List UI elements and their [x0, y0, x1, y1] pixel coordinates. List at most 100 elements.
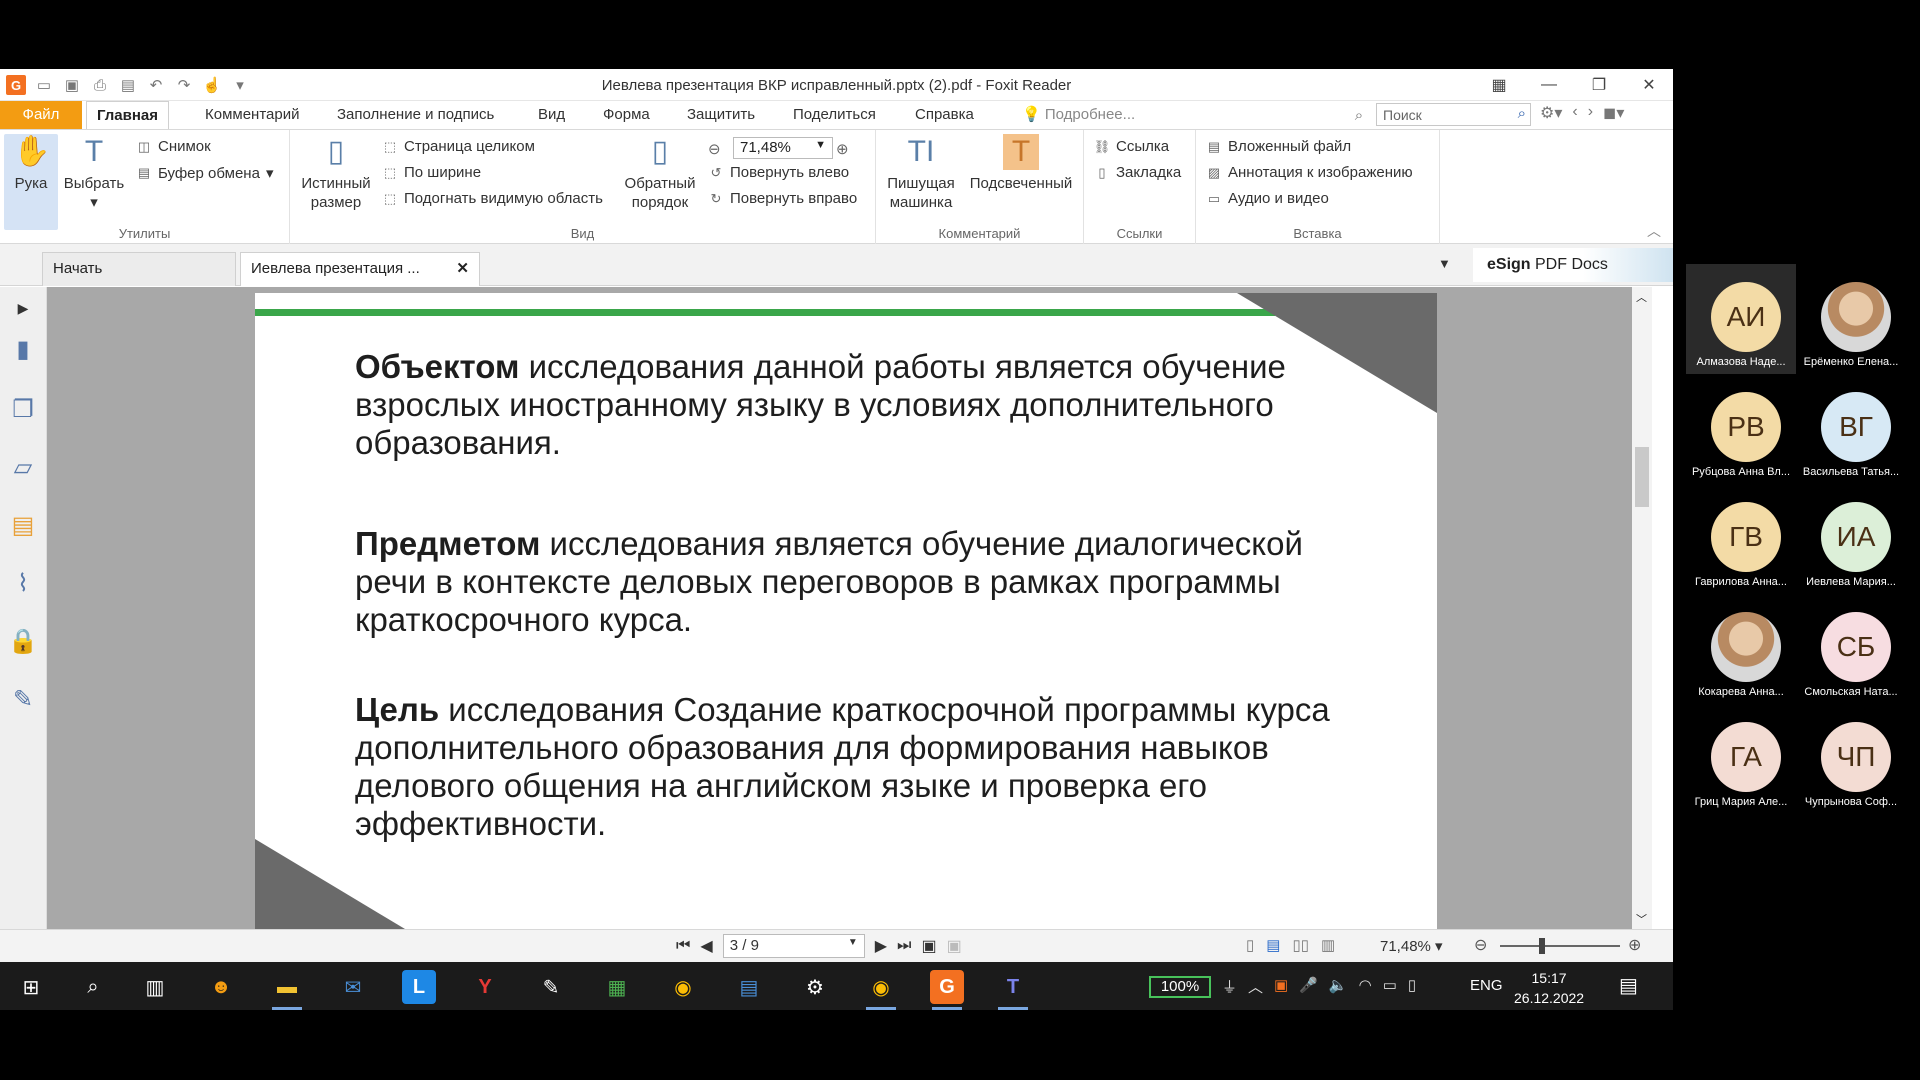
wifi-icon[interactable]: ◠ — [1359, 976, 1372, 997]
document-viewport[interactable]: Объектом исследования данной работы явля… — [47, 287, 1652, 929]
yandex-browser-icon[interactable]: Y — [468, 970, 502, 1004]
document-app-icon[interactable]: ▤ — [732, 970, 766, 1004]
highlight-button[interactable]: T Подсвеченный — [966, 134, 1076, 193]
restore-icon[interactable]: ❐ — [1587, 73, 1611, 97]
scrollbar-thumb[interactable] — [1635, 447, 1649, 507]
zoom-out-icon[interactable]: ⊖ — [1474, 935, 1487, 955]
continuous-facing-icon[interactable]: ▥ — [1321, 936, 1335, 954]
chrome-icon[interactable]: ◉ — [666, 970, 700, 1004]
teams-icon[interactable]: T — [996, 970, 1030, 1010]
security-panel-icon[interactable]: 🔒 — [8, 627, 38, 657]
participant-tile[interactable]: СБ Смольская Ната... — [1796, 594, 1906, 704]
expand-panel-icon[interactable]: ▶ — [8, 293, 38, 323]
chrome-running-icon[interactable]: ◉ — [864, 970, 898, 1010]
task-view-icon[interactable]: ▥ — [138, 970, 172, 1004]
continuous-page-icon[interactable]: ▤ — [1266, 936, 1280, 954]
collapse-ribbon-icon[interactable]: ︿ — [1647, 221, 1661, 241]
back-icon[interactable]: ‹ — [1572, 103, 1577, 123]
participant-tile[interactable]: ГА Гриц Мария Але... — [1686, 704, 1796, 814]
audio-video-button[interactable]: ▭ Аудио и видео — [1206, 190, 1329, 207]
participant-tile[interactable]: ГВ Гаврилова Анна... — [1686, 484, 1796, 594]
single-page-icon[interactable]: ▯ — [1246, 936, 1254, 954]
notifications-icon[interactable]: ▤ — [1619, 973, 1645, 999]
microphone-icon[interactable]: 🎤 — [1299, 976, 1318, 997]
zoom-combo[interactable]: 71,48% ▼ — [733, 137, 833, 159]
pages-panel-icon[interactable]: ❐ — [8, 395, 38, 425]
file-explorer-icon[interactable]: ▬ — [270, 970, 304, 1010]
image-annotation-button[interactable]: ▨ Аннотация к изображению — [1206, 164, 1413, 181]
participant-tile[interactable]: АИ Алмазова Наде... — [1686, 264, 1796, 374]
zoom-in-icon[interactable]: ⊕ — [1628, 935, 1641, 955]
fit-visible-button[interactable]: ⬚ Подогнать видимую область — [382, 190, 603, 207]
typewriter-button[interactable]: TI Пишущая машинка — [884, 134, 958, 212]
minimize-icon[interactable]: — — [1537, 73, 1561, 97]
scroll-up-icon[interactable]: ︿ — [1636, 289, 1647, 305]
foxit-reader-taskbar-icon[interactable]: G — [930, 970, 964, 1010]
search-input[interactable]: Поиск ⌕ — [1376, 103, 1531, 126]
grid-view-icon[interactable]: ▦ — [1487, 73, 1511, 97]
volume-icon[interactable]: 🔈 — [1329, 976, 1348, 997]
participant-tile[interactable]: Кокарева Анна... — [1686, 594, 1796, 704]
page-layout-icon[interactable]: ▣ — [921, 936, 936, 956]
zoom-in-icon[interactable]: ⊕ — [836, 140, 849, 158]
app-l-icon[interactable]: L — [402, 970, 436, 1004]
keyboard-icon[interactable]: ▯ — [1408, 976, 1416, 997]
zoom-slider-thumb[interactable] — [1539, 938, 1545, 954]
app-pen-icon[interactable]: ✎ — [534, 970, 568, 1004]
comments-panel-icon[interactable]: ▤ — [8, 511, 38, 541]
search-icon[interactable]: ⌕ — [76, 970, 110, 1004]
reverse-order-button[interactable]: ▯ Обратный порядок — [620, 134, 700, 212]
bookmarks-panel-icon[interactable]: ▮ — [8, 335, 38, 365]
fit-width-button[interactable]: ⬚ По ширине — [382, 164, 481, 181]
tab-form[interactable]: Форма — [593, 101, 660, 129]
settings-icon[interactable]: ⚙▾ — [1540, 103, 1562, 123]
search-icon[interactable]: ⌕ — [1518, 105, 1526, 122]
tab-file[interactable]: Файл — [0, 101, 82, 129]
participant-tile[interactable]: РВ Рубцова Анна Вл... — [1686, 374, 1796, 484]
snapshot-button[interactable]: ◫ Снимок — [136, 138, 211, 155]
zoom-out-icon[interactable]: ⊖ — [708, 140, 721, 158]
plug-icon[interactable]: ⏚ — [1222, 976, 1237, 997]
foxit-tray-icon[interactable]: ▣ — [1274, 976, 1288, 997]
participant-tile[interactable]: ЧП Чупрынова Соф... — [1796, 704, 1906, 814]
tab-document[interactable]: Иевлева презентация ... ✕ — [240, 252, 480, 286]
close-icon[interactable]: ✕ — [1637, 73, 1661, 97]
zoom-slider[interactable] — [1500, 945, 1620, 947]
battery-indicator[interactable]: 100% — [1149, 976, 1211, 998]
settings-icon[interactable]: ⚙ — [798, 970, 832, 1004]
language-indicator[interactable]: ENG — [1470, 977, 1503, 994]
attachment-button[interactable]: ▤ Вложенный файл — [1206, 138, 1351, 155]
layers-panel-icon[interactable]: ▱ — [8, 453, 38, 483]
tell-me-more[interactable]: 💡 Подробнее... — [1012, 101, 1145, 129]
hand-button[interactable]: ✋ Рука — [4, 134, 58, 230]
tab-fill-sign[interactable]: Заполнение и подпись — [327, 101, 504, 129]
attachments-panel-icon[interactable]: ⌇ — [8, 569, 38, 599]
clipboard-button[interactable]: ▤ Буфер обмена ▾ — [136, 164, 274, 183]
participant-tile[interactable]: ИА Иевлева Мария... — [1796, 484, 1906, 594]
rotate-left-button[interactable]: ↺ Повернуть влево — [708, 164, 850, 181]
tabs-dropdown-icon[interactable]: ▼ — [1438, 256, 1451, 271]
microsoft-store-icon[interactable]: ▦ — [600, 970, 634, 1004]
forward-icon[interactable]: › — [1588, 103, 1593, 123]
first-page-icon[interactable]: ⏮ — [676, 937, 690, 955]
link-button[interactable]: ⛓ Ссылка — [1094, 138, 1169, 155]
app-emoji-icon[interactable]: ☻ — [204, 970, 238, 1004]
scroll-down-icon[interactable]: ﹀ — [1636, 911, 1647, 927]
last-page-icon[interactable]: ⏭ — [897, 937, 911, 955]
rotate-right-button[interactable]: ↻ Повернуть вправо — [708, 190, 858, 207]
tab-help[interactable]: Справка — [905, 101, 984, 129]
windows-start-icon[interactable]: ⊞ — [14, 970, 48, 1004]
facing-page-icon[interactable]: ▯▯ — [1292, 936, 1309, 954]
tab-start[interactable]: Начать — [42, 252, 236, 286]
page-number-input[interactable]: 3 / 9 ▼ — [722, 934, 865, 958]
tab-protect[interactable]: Защитить — [677, 101, 765, 129]
page-layout-alt-icon[interactable]: ▣ — [947, 936, 962, 956]
find-icon[interactable]: ⌕ — [1349, 105, 1369, 125]
close-tab-icon[interactable]: ✕ — [456, 253, 469, 285]
mail-icon[interactable]: ✉ — [336, 970, 370, 1004]
user-icon[interactable]: ◼▾ — [1603, 103, 1624, 123]
next-page-icon[interactable]: ▶ — [875, 936, 887, 956]
vertical-scrollbar[interactable]: ︿ ﹀ — [1632, 287, 1652, 929]
tab-home[interactable]: Главная — [86, 101, 170, 129]
battery-icon[interactable]: ▭ — [1383, 976, 1397, 997]
